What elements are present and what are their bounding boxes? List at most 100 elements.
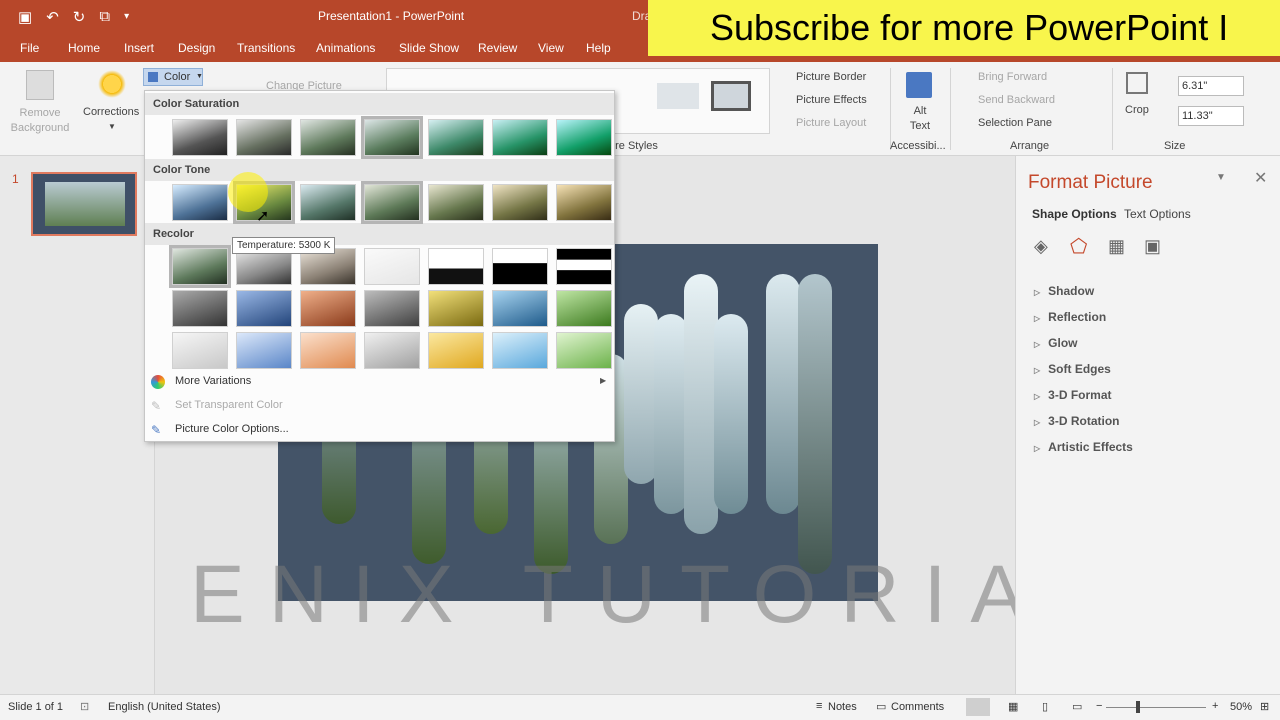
color-label: Color xyxy=(164,71,191,83)
corrections-button[interactable]: Corrections xyxy=(83,106,139,118)
zoom-slider-handle[interactable] xyxy=(1136,701,1140,713)
tab-help[interactable]: Help xyxy=(586,41,611,55)
tone-swatch[interactable] xyxy=(556,184,612,221)
picture-bar xyxy=(798,274,832,574)
recolor-swatch[interactable] xyxy=(300,332,356,369)
tone-swatch[interactable] xyxy=(300,184,356,221)
recolor-swatch[interactable] xyxy=(236,290,292,327)
section-soft-edges[interactable]: Soft Edges xyxy=(1034,362,1111,376)
picture-border-button[interactable]: Picture Border xyxy=(780,71,866,83)
recolor-swatch[interactable] xyxy=(492,290,548,327)
section-glow[interactable]: Glow xyxy=(1034,336,1077,350)
save-icon[interactable]: ▣ xyxy=(18,8,32,26)
set-transparent-color-item[interactable]: Set Transparent Color xyxy=(175,399,283,411)
fill-line-icon[interactable]: ◈ xyxy=(1034,236,1048,257)
recolor-swatch[interactable] xyxy=(300,290,356,327)
tab-insert[interactable]: Insert xyxy=(124,41,154,55)
color-button[interactable]: Color ▼ xyxy=(143,68,203,86)
zoom-out-icon[interactable]: − xyxy=(1096,700,1102,712)
section-3d-rotation[interactable]: 3-D Rotation xyxy=(1034,414,1119,428)
tab-shape-options[interactable]: Shape Options xyxy=(1032,207,1117,221)
format-picture-pane: Format Picture ▼ ✕ Shape Options Text Op… xyxy=(1015,156,1280,694)
slide-thumbnail[interactable] xyxy=(31,172,137,236)
picture-effects-button[interactable]: Picture Effects xyxy=(780,94,867,106)
tab-review[interactable]: Review xyxy=(478,41,517,55)
tab-file[interactable]: File xyxy=(20,41,39,55)
size-properties-icon[interactable]: ▦ xyxy=(1108,236,1125,257)
notes-button[interactable]: Notes xyxy=(828,701,857,713)
bring-forward-button[interactable]: Bring Forward xyxy=(962,71,1047,83)
section-reflection[interactable]: Reflection xyxy=(1034,310,1106,324)
section-shadow[interactable]: Shadow xyxy=(1034,284,1094,298)
tab-home[interactable]: Home xyxy=(68,41,100,55)
recolor-swatch[interactable] xyxy=(556,332,612,369)
corrections-dropdown-icon[interactable]: ▼ xyxy=(108,122,116,131)
saturation-swatch[interactable] xyxy=(236,119,292,156)
comments-button[interactable]: Comments xyxy=(891,701,944,713)
tab-view[interactable]: View xyxy=(538,41,564,55)
selection-pane-button[interactable]: Selection Pane xyxy=(962,117,1052,129)
effects-icon[interactable]: ⬠ xyxy=(1070,234,1087,259)
saturation-swatch[interactable] xyxy=(492,119,548,156)
saturation-swatch[interactable] xyxy=(300,119,356,156)
slideshow-view-icon[interactable]: ▭ xyxy=(1072,700,1082,713)
fit-to-window-icon[interactable]: ⊞ xyxy=(1260,700,1269,713)
recolor-swatch[interactable] xyxy=(492,248,548,285)
present-icon[interactable]: ⧉ xyxy=(99,8,110,26)
recolor-swatch[interactable] xyxy=(364,290,420,327)
recolor-swatch[interactable] xyxy=(428,290,484,327)
picture-icon[interactable]: ▣ xyxy=(1144,236,1161,257)
recolor-swatch[interactable] xyxy=(169,245,231,288)
reading-view-icon[interactable]: ▯ xyxy=(1042,700,1048,713)
zoom-level[interactable]: 50% xyxy=(1230,701,1252,713)
normal-view-icon[interactable] xyxy=(966,698,990,716)
pane-options-icon[interactable]: ▼ xyxy=(1216,172,1226,183)
tab-design[interactable]: Design xyxy=(178,41,215,55)
picture-style-swatch[interactable] xyxy=(657,83,699,109)
recolor-swatch[interactable] xyxy=(236,332,292,369)
tone-swatch[interactable] xyxy=(428,184,484,221)
height-field[interactable]: 6.31" xyxy=(1178,76,1244,96)
width-field[interactable]: 11.33" xyxy=(1178,106,1244,126)
zoom-slider[interactable] xyxy=(1106,707,1206,708)
language-indicator[interactable]: English (United States) xyxy=(108,701,221,713)
saturation-swatch[interactable] xyxy=(428,119,484,156)
recolor-swatch[interactable] xyxy=(556,248,612,285)
picture-color-options-item[interactable]: Picture Color Options... xyxy=(175,423,289,435)
section-artistic-effects[interactable]: Artistic Effects xyxy=(1034,440,1133,454)
recolor-swatch[interactable] xyxy=(492,332,548,369)
tab-text-options[interactable]: Text Options xyxy=(1124,207,1191,221)
remove-background-button[interactable]: Remove Background xyxy=(10,106,70,136)
tab-transitions[interactable]: Transitions xyxy=(237,41,295,55)
customize-qat-icon[interactable]: ▾ xyxy=(124,11,129,26)
recolor-swatch[interactable] xyxy=(428,248,484,285)
recolor-swatch[interactable] xyxy=(428,332,484,369)
undo-icon[interactable]: ↶ xyxy=(46,8,59,26)
saturation-swatch[interactable] xyxy=(361,116,423,159)
crop-button[interactable]: Crop xyxy=(1125,104,1149,116)
tone-swatch[interactable] xyxy=(492,184,548,221)
close-icon[interactable]: ✕ xyxy=(1254,168,1267,188)
send-backward-button[interactable]: Send Backward xyxy=(962,94,1055,106)
picture-layout-button[interactable]: Picture Layout xyxy=(780,117,866,129)
slide-sorter-icon[interactable]: ▦ xyxy=(1008,700,1018,713)
saturation-swatch[interactable] xyxy=(172,119,228,156)
section-3d-format[interactable]: 3-D Format xyxy=(1034,388,1111,402)
recolor-swatch[interactable] xyxy=(364,248,420,285)
picture-style-swatch[interactable] xyxy=(711,81,751,111)
recolor-swatch[interactable] xyxy=(172,332,228,369)
saturation-swatch[interactable] xyxy=(556,119,612,156)
tone-swatch[interactable] xyxy=(172,184,228,221)
redo-icon[interactable]: ↻ xyxy=(73,8,86,26)
more-variations-item[interactable]: More Variations xyxy=(175,375,251,387)
recolor-swatch[interactable] xyxy=(172,290,228,327)
tab-animations[interactable]: Animations xyxy=(316,41,375,55)
crop-icon xyxy=(1126,72,1148,94)
alt-text-button[interactable]: Alt Text xyxy=(908,104,932,134)
spell-check-icon[interactable]: ⊡ xyxy=(80,700,89,713)
tab-slide-show[interactable]: Slide Show xyxy=(399,41,459,55)
recolor-swatch[interactable] xyxy=(556,290,612,327)
tone-swatch[interactable] xyxy=(361,181,423,224)
zoom-in-icon[interactable]: + xyxy=(1212,700,1218,712)
recolor-swatch[interactable] xyxy=(364,332,420,369)
